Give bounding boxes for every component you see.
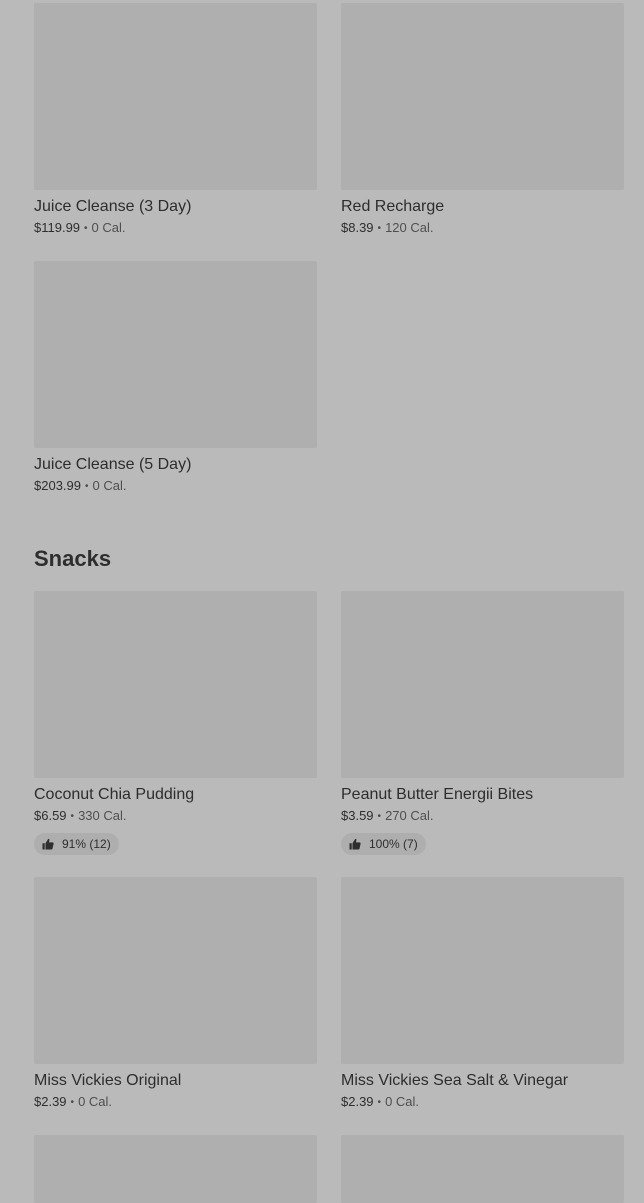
menu-item-calories: 330 Cal. (78, 808, 127, 823)
menu-item-image[interactable] (34, 591, 317, 778)
menu-item-name: Juice Cleanse (5 Day) (34, 456, 192, 473)
menu-item-image[interactable] (341, 877, 624, 1064)
menu-item-name: Red Recharge (341, 198, 445, 215)
menu-item-meta: $8.39 • 120 Cal. (341, 220, 624, 237)
menu-item-name: Juice Cleanse (3 Day) (34, 198, 192, 215)
menu-item-card[interactable]: Miss Vickies Sea Salt & Vinegar $2.39 • 0 … (341, 877, 624, 1111)
rating-badge: 91% (12) (34, 833, 119, 855)
menu-item-price: $2.39 (34, 1094, 67, 1109)
menu-item-price: $203.99 (34, 478, 81, 493)
menu-item-calories: 0 Cal. (78, 1094, 113, 1109)
menu-item-price: $6.59 (34, 808, 67, 823)
meta-separator: • (70, 1097, 75, 1108)
menu-item-card[interactable] (341, 1135, 624, 1203)
menu-item-meta: $119.99 • 0 Cal. (34, 220, 317, 237)
menu-item-calories: 0 Cal. (92, 478, 127, 493)
rating-text: 91% (12) (62, 837, 111, 851)
meta-separator: • (84, 223, 88, 234)
menu-item-price: $119.99 (34, 220, 81, 235)
menu-item-card[interactable] (34, 1135, 317, 1203)
section-title-snacks: Snacks (34, 546, 112, 571)
menu-item-price: $2.39 (341, 1094, 374, 1109)
menu-item-name: Coconut Chia Pudding (34, 786, 195, 803)
menu-item-card[interactable]: Red Recharge $8.39 • 120 Cal. (341, 3, 624, 237)
menu-item-card[interactable]: Coconut Chia Pudding $6.59 • 330 Cal. 91% … (34, 591, 317, 855)
menu-item-calories: 120 Cal. (385, 220, 434, 235)
meta-separator: • (377, 223, 382, 234)
menu-item-card[interactable]: Juice Cleanse (3 Day) $119.99 • 0 Cal. (34, 3, 317, 237)
menu-item-card[interactable]: Miss Vickies Original $2.39 • 0 Cal. (34, 877, 317, 1111)
menu-item-card[interactable]: Juice Cleanse (5 Day) $203.99 • 0 Cal. (34, 261, 317, 495)
menu-item-price: $8.39 (341, 220, 374, 235)
menu-item-meta: $2.39 • 0 Cal. (34, 1094, 317, 1111)
menu-item-meta: $203.99 • 0 Cal. (34, 478, 317, 495)
menu-item-name: Miss Vickies Sea Salt & Vinegar (341, 1072, 569, 1089)
thumbs-up-icon (349, 838, 361, 850)
menu-item-card[interactable]: Peanut Butter Energii Bites $3.59 • 270 Ca… (341, 591, 624, 855)
rating-badge: 100% (7) (341, 833, 426, 855)
menu-item-price: $3.59 (341, 808, 374, 823)
meta-separator: • (70, 811, 75, 822)
menu-page: Juice Cleanse (3 Day) $119.99 • 0 Cal. Red… (0, 0, 644, 1203)
menu-item-image[interactable] (34, 877, 317, 1064)
menu-item-image[interactable] (34, 3, 317, 190)
menu-item-meta: $3.59 • 270 Cal. (341, 808, 624, 825)
menu-item-calories: 0 Cal. (385, 1094, 420, 1109)
menu-item-calories: 0 Cal. (91, 220, 126, 235)
meta-separator: • (377, 1097, 382, 1108)
menu-item-name: Peanut Butter Energii Bites (341, 786, 534, 803)
menu-item-image[interactable] (34, 261, 317, 448)
thumbs-up-icon (42, 838, 54, 850)
rating-text: 100% (7) (369, 837, 418, 851)
menu-item-image[interactable] (34, 1135, 317, 1203)
menu-item-image[interactable] (341, 1135, 624, 1203)
meta-separator: • (377, 811, 382, 822)
meta-separator: • (85, 481, 89, 492)
menu-item-name: Miss Vickies Original (34, 1072, 182, 1089)
menu-item-meta: $2.39 • 0 Cal. (341, 1094, 624, 1111)
menu-item-image[interactable] (341, 3, 624, 190)
menu-item-image[interactable] (341, 591, 624, 778)
menu-item-calories: 270 Cal. (385, 808, 434, 823)
menu-item-meta: $6.59 • 330 Cal. (34, 808, 317, 825)
